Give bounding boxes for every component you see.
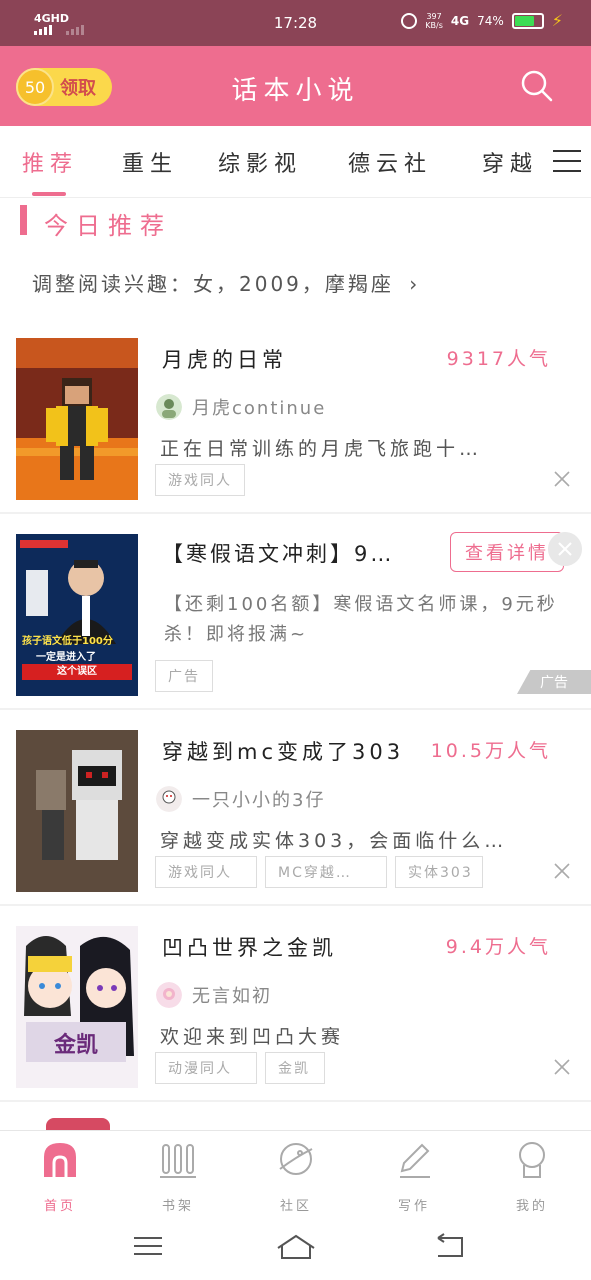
chevron-right-icon: ›: [409, 272, 421, 296]
ad-tag: 广告: [155, 660, 213, 692]
ad-cover-line3: 这个误区: [22, 664, 132, 680]
section-accent: [20, 205, 27, 235]
tab-time-travel[interactable]: 穿越: [482, 146, 538, 178]
author-avatar: [156, 786, 182, 812]
nav-community[interactable]: 社区: [256, 1139, 336, 1214]
book-description: 欢迎来到凹凸大赛: [160, 1026, 345, 1048]
network-type-secondary: 4G: [450, 13, 470, 28]
planet-icon: [279, 1143, 313, 1175]
pencil-icon: [400, 1143, 430, 1178]
ad-item[interactable]: 孩子语文低于100分 一定是进入了 这个误区 【寒假语文冲刺】9… 查看详情 【…: [0, 514, 591, 710]
tab-deyunshe[interactable]: 德云社: [348, 146, 432, 178]
ad-cover-line2: 一定是进入了: [36, 652, 96, 663]
home-button-icon[interactable]: [276, 1232, 316, 1260]
book-item[interactable]: 穿越到mc变成了303 10.5万人气 一只小小的3仔 穿越变成实体303，会面…: [0, 710, 591, 906]
ad-description: 【还剩100名额】寒假语文名师课，9元秒杀！即将报满~: [164, 594, 558, 645]
reading-interest-text: 调整阅读兴趣：女，2009，摩羯座: [32, 272, 394, 296]
search-icon[interactable]: [521, 70, 553, 102]
author-avatar: [156, 982, 182, 1008]
book-tag[interactable]: 动漫同人: [155, 1052, 257, 1084]
battery-icon: [511, 12, 544, 29]
profile-icon: [519, 1142, 545, 1178]
next-book-cover-peek: [46, 1118, 110, 1130]
popularity-count: 10.5万人气: [430, 740, 551, 762]
book-description: 正在日常训练的月虎飞旅跑十…: [160, 438, 483, 460]
category-tabs: 推荐 重生 综影视 德云社 穿越: [0, 126, 591, 198]
ad-cover: 孩子语文低于100分 一定是进入了 这个误区: [16, 534, 138, 696]
book-cover: [16, 338, 138, 500]
book-title: 穿越到mc变成了303: [162, 740, 405, 764]
close-icon[interactable]: [553, 470, 571, 488]
book-tag[interactable]: 实体303: [395, 856, 483, 888]
home-icon: [44, 1143, 76, 1177]
book-title: 月虎的日常: [162, 348, 287, 372]
close-icon[interactable]: [553, 862, 571, 880]
back-icon[interactable]: [432, 1232, 468, 1260]
nav-profile[interactable]: 我的: [492, 1139, 572, 1214]
app-header: 50 领取 话本小说: [0, 46, 591, 126]
book-cover: [16, 730, 138, 892]
tab-film-tv[interactable]: 综影视: [218, 146, 302, 178]
active-tab-indicator: [32, 192, 66, 196]
nav-bookshelf[interactable]: 书架: [138, 1139, 218, 1214]
tab-rebirth[interactable]: 重生: [122, 146, 178, 178]
popularity-count: 9.4万人气: [445, 936, 551, 958]
author-name: 无言如初: [192, 986, 272, 1007]
ad-cover-line1: 孩子语文低于100分: [22, 636, 113, 647]
section-title: 今日推荐: [44, 212, 172, 240]
book-item[interactable]: 金凯 凹凸世界之金凯 9.4万人气 无言如初 欢迎来到凹凸大赛 动漫同人 金凯: [0, 906, 591, 1102]
close-icon[interactable]: [553, 1058, 571, 1076]
ad-close-icon[interactable]: [548, 532, 582, 566]
popularity-count: 9317人气: [446, 348, 551, 370]
author-name: 一只小小的3仔: [192, 790, 326, 811]
book-tag[interactable]: 金凯: [265, 1052, 325, 1084]
status-bar: 4GHD 17:28 397 KB/s 4G 74% ⚡: [0, 0, 591, 46]
charging-icon: ⚡: [551, 11, 563, 30]
bookshelf-icon: [160, 1144, 196, 1178]
author-name: 月虎continue: [192, 398, 327, 419]
network-speed: 397 KB/s: [425, 11, 443, 30]
reading-interest-link[interactable]: 调整阅读兴趣：女，2009，摩羯座 ›: [32, 268, 420, 297]
book-title: 凹凸世界之金凯: [162, 936, 337, 960]
battery-percent: 74%: [477, 13, 504, 28]
book-description: 穿越变成实体303，会面临什么…: [160, 830, 508, 852]
nav-write[interactable]: 写作: [374, 1139, 454, 1214]
tab-recommend[interactable]: 推荐: [22, 146, 78, 178]
alarm-icon: [401, 12, 418, 29]
app-title: 话本小说: [231, 76, 360, 106]
view-details-button[interactable]: 查看详情: [450, 532, 564, 572]
system-navigation-bar: [0, 1212, 591, 1280]
recent-apps-icon[interactable]: [130, 1232, 166, 1260]
book-tag[interactable]: 游戏同人: [155, 856, 257, 888]
svg-text:金凯: 金凯: [53, 1032, 98, 1058]
menu-icon[interactable]: [553, 150, 581, 172]
author-avatar: [156, 394, 182, 420]
ad-title: 【寒假语文冲刺】9…: [162, 542, 395, 566]
book-tag[interactable]: MC穿越…: [265, 856, 387, 888]
book-tag[interactable]: 游戏同人: [155, 464, 245, 496]
book-item[interactable]: 月虎的日常 9317人气 月虎continue 正在日常训练的月虎飞旅跑十… 游…: [0, 318, 591, 514]
ad-badge: 广告: [517, 670, 591, 694]
nav-home[interactable]: 首页: [20, 1139, 100, 1214]
book-cover: 金凯: [16, 926, 138, 1088]
bottom-navigation: 首页 书架 社区 写作 我的: [0, 1130, 591, 1214]
